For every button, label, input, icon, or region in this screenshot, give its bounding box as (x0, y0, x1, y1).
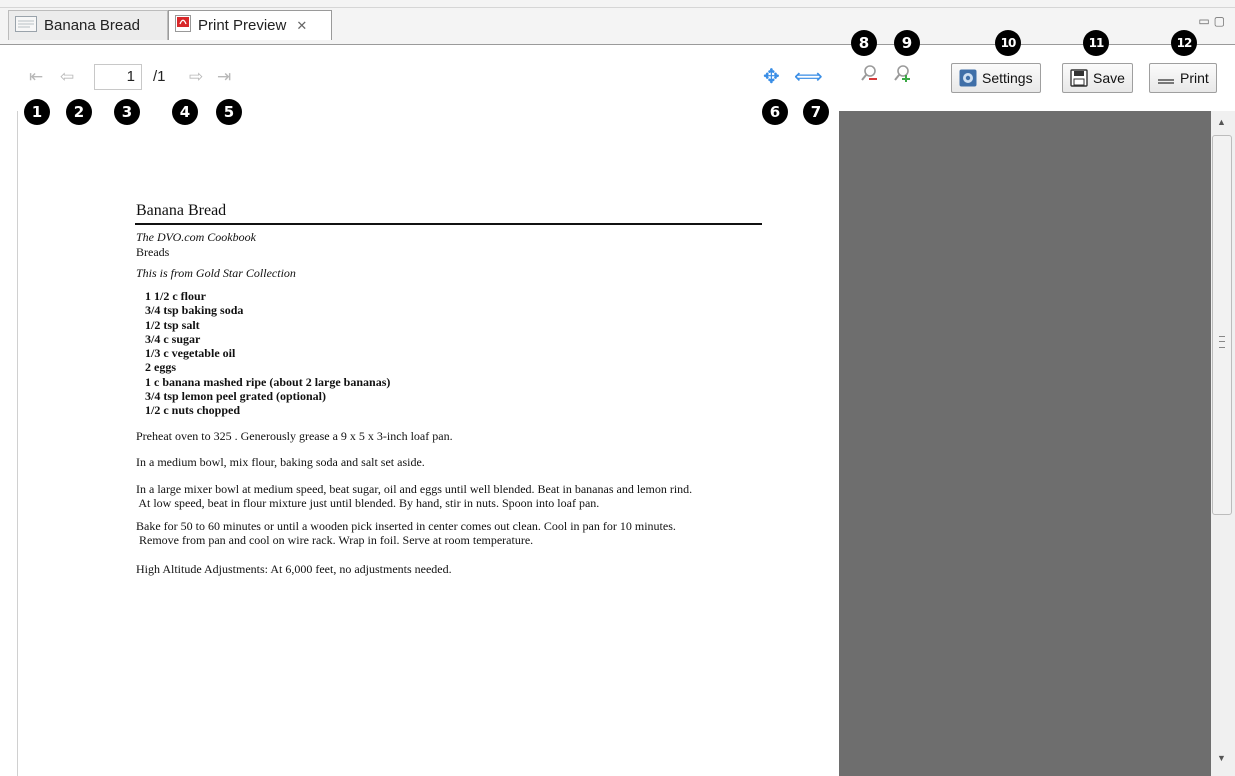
save-label: Save (1093, 70, 1125, 86)
callout-marker: 10 (995, 30, 1021, 56)
page-number-input[interactable]: 1 (94, 64, 142, 90)
preview-page: Banana Bread The DVO.com Cookbook Breads… (17, 111, 840, 776)
ingredient-list: 1 1/2 c flour 3/4 tsp baking soda 1/2 ts… (145, 289, 390, 418)
callout-marker: 3 (114, 99, 140, 125)
zoom-in-icon[interactable] (893, 64, 911, 82)
ingredient-item: 3/4 tsp baking soda (145, 303, 244, 318)
recipe-category: Breads (136, 245, 170, 259)
instruction-paragraph: Preheat oven to 325 . Generously grease … (136, 429, 453, 443)
preview-area: Banana Bread The DVO.com Cookbook Breads… (0, 111, 1235, 776)
callout-marker: 11 (1083, 30, 1109, 56)
scrollbar-thumb[interactable] (1212, 135, 1232, 515)
ingredient-item: 1 1/2 c flour (145, 289, 206, 303)
scroll-down-arrow-icon[interactable]: ▼ (1217, 753, 1226, 763)
callout-marker: 8 (851, 30, 877, 56)
minimize-maximize-icons[interactable]: ▭▢ (1198, 14, 1229, 28)
preview-background (839, 111, 1211, 776)
title-divider (135, 223, 762, 225)
fit-width-icon[interactable]: ⟺ (794, 64, 823, 89)
instruction-paragraph: In a medium bowl, mix flour, baking soda… (136, 455, 425, 469)
gear-icon (959, 69, 977, 87)
callout-marker: 9 (894, 30, 920, 56)
settings-label: Settings (982, 70, 1033, 86)
next-page-icon[interactable]: ⇨ (189, 67, 203, 87)
instruction-paragraph: High Altitude Adjustments: At 6,000 feet… (136, 562, 452, 576)
close-tab-icon[interactable]: ✕ (296, 18, 307, 34)
save-button[interactable]: Save (1062, 63, 1133, 93)
tab-label: Print Preview (198, 17, 287, 34)
ingredient-item: 1/2 c nuts chopped (145, 403, 241, 418)
pdf-icon (175, 15, 191, 36)
ingredient-item: 3/4 tsp lemon peel grated (optional) (145, 389, 326, 404)
recipe-title: Banana Bread (136, 202, 227, 219)
tab-print-preview[interactable]: Print Preview ✕ (168, 10, 332, 40)
instruction-paragraph: Bake for 50 to 60 minutes or until a woo… (136, 519, 676, 547)
tab-banana-bread[interactable]: Banana Bread (8, 10, 168, 40)
zoom-out-icon[interactable] (860, 64, 878, 82)
cookbook-name: The DVO.com Cookbook (136, 230, 256, 244)
editor-tab-bar: Banana Bread Print Preview ✕ ▭▢ (0, 0, 1235, 44)
recipe-source: This is from Gold Star Collection (136, 266, 296, 280)
fit-page-icon[interactable]: ✥ (763, 64, 780, 89)
instruction-paragraph: In a large mixer bowl at medium speed, b… (136, 482, 693, 510)
last-page-icon[interactable]: ⇥ (217, 67, 231, 87)
callout-marker: 7 (803, 99, 829, 125)
scrollbar-grip-icon (1219, 336, 1225, 348)
print-button[interactable]: Print (1149, 63, 1217, 93)
callout-marker: 4 (172, 99, 198, 125)
ingredient-item: 3/4 c sugar (145, 331, 201, 346)
page-total-label: /1 (153, 68, 166, 85)
print-label: Print (1180, 70, 1209, 86)
callout-marker: 6 (762, 99, 788, 125)
ingredient-item: 2 eggs (145, 360, 176, 375)
settings-button[interactable]: Settings (951, 63, 1041, 93)
tab-bar-border (0, 7, 1235, 8)
callout-marker: 1 (24, 99, 50, 125)
document-icon (15, 15, 37, 36)
printer-icon (1157, 71, 1175, 85)
tab-label: Banana Bread (44, 17, 140, 34)
first-page-icon[interactable]: ⇤ (29, 67, 43, 87)
floppy-disk-icon (1070, 69, 1088, 87)
callout-marker: 5 (216, 99, 242, 125)
ingredient-item: 1/3 c vegetable oil (145, 346, 236, 361)
vertical-scrollbar[interactable]: ▲ ▼ (1211, 111, 1235, 776)
scroll-up-arrow-icon[interactable]: ▲ (1217, 117, 1226, 127)
callout-marker: 2 (66, 99, 92, 125)
callout-marker: 12 (1171, 30, 1197, 56)
ingredient-item: 1 c banana mashed ripe (about 2 large ba… (145, 374, 391, 389)
ingredient-item: 1/2 tsp salt (145, 317, 200, 332)
previous-page-icon[interactable]: ⇦ (60, 67, 74, 87)
